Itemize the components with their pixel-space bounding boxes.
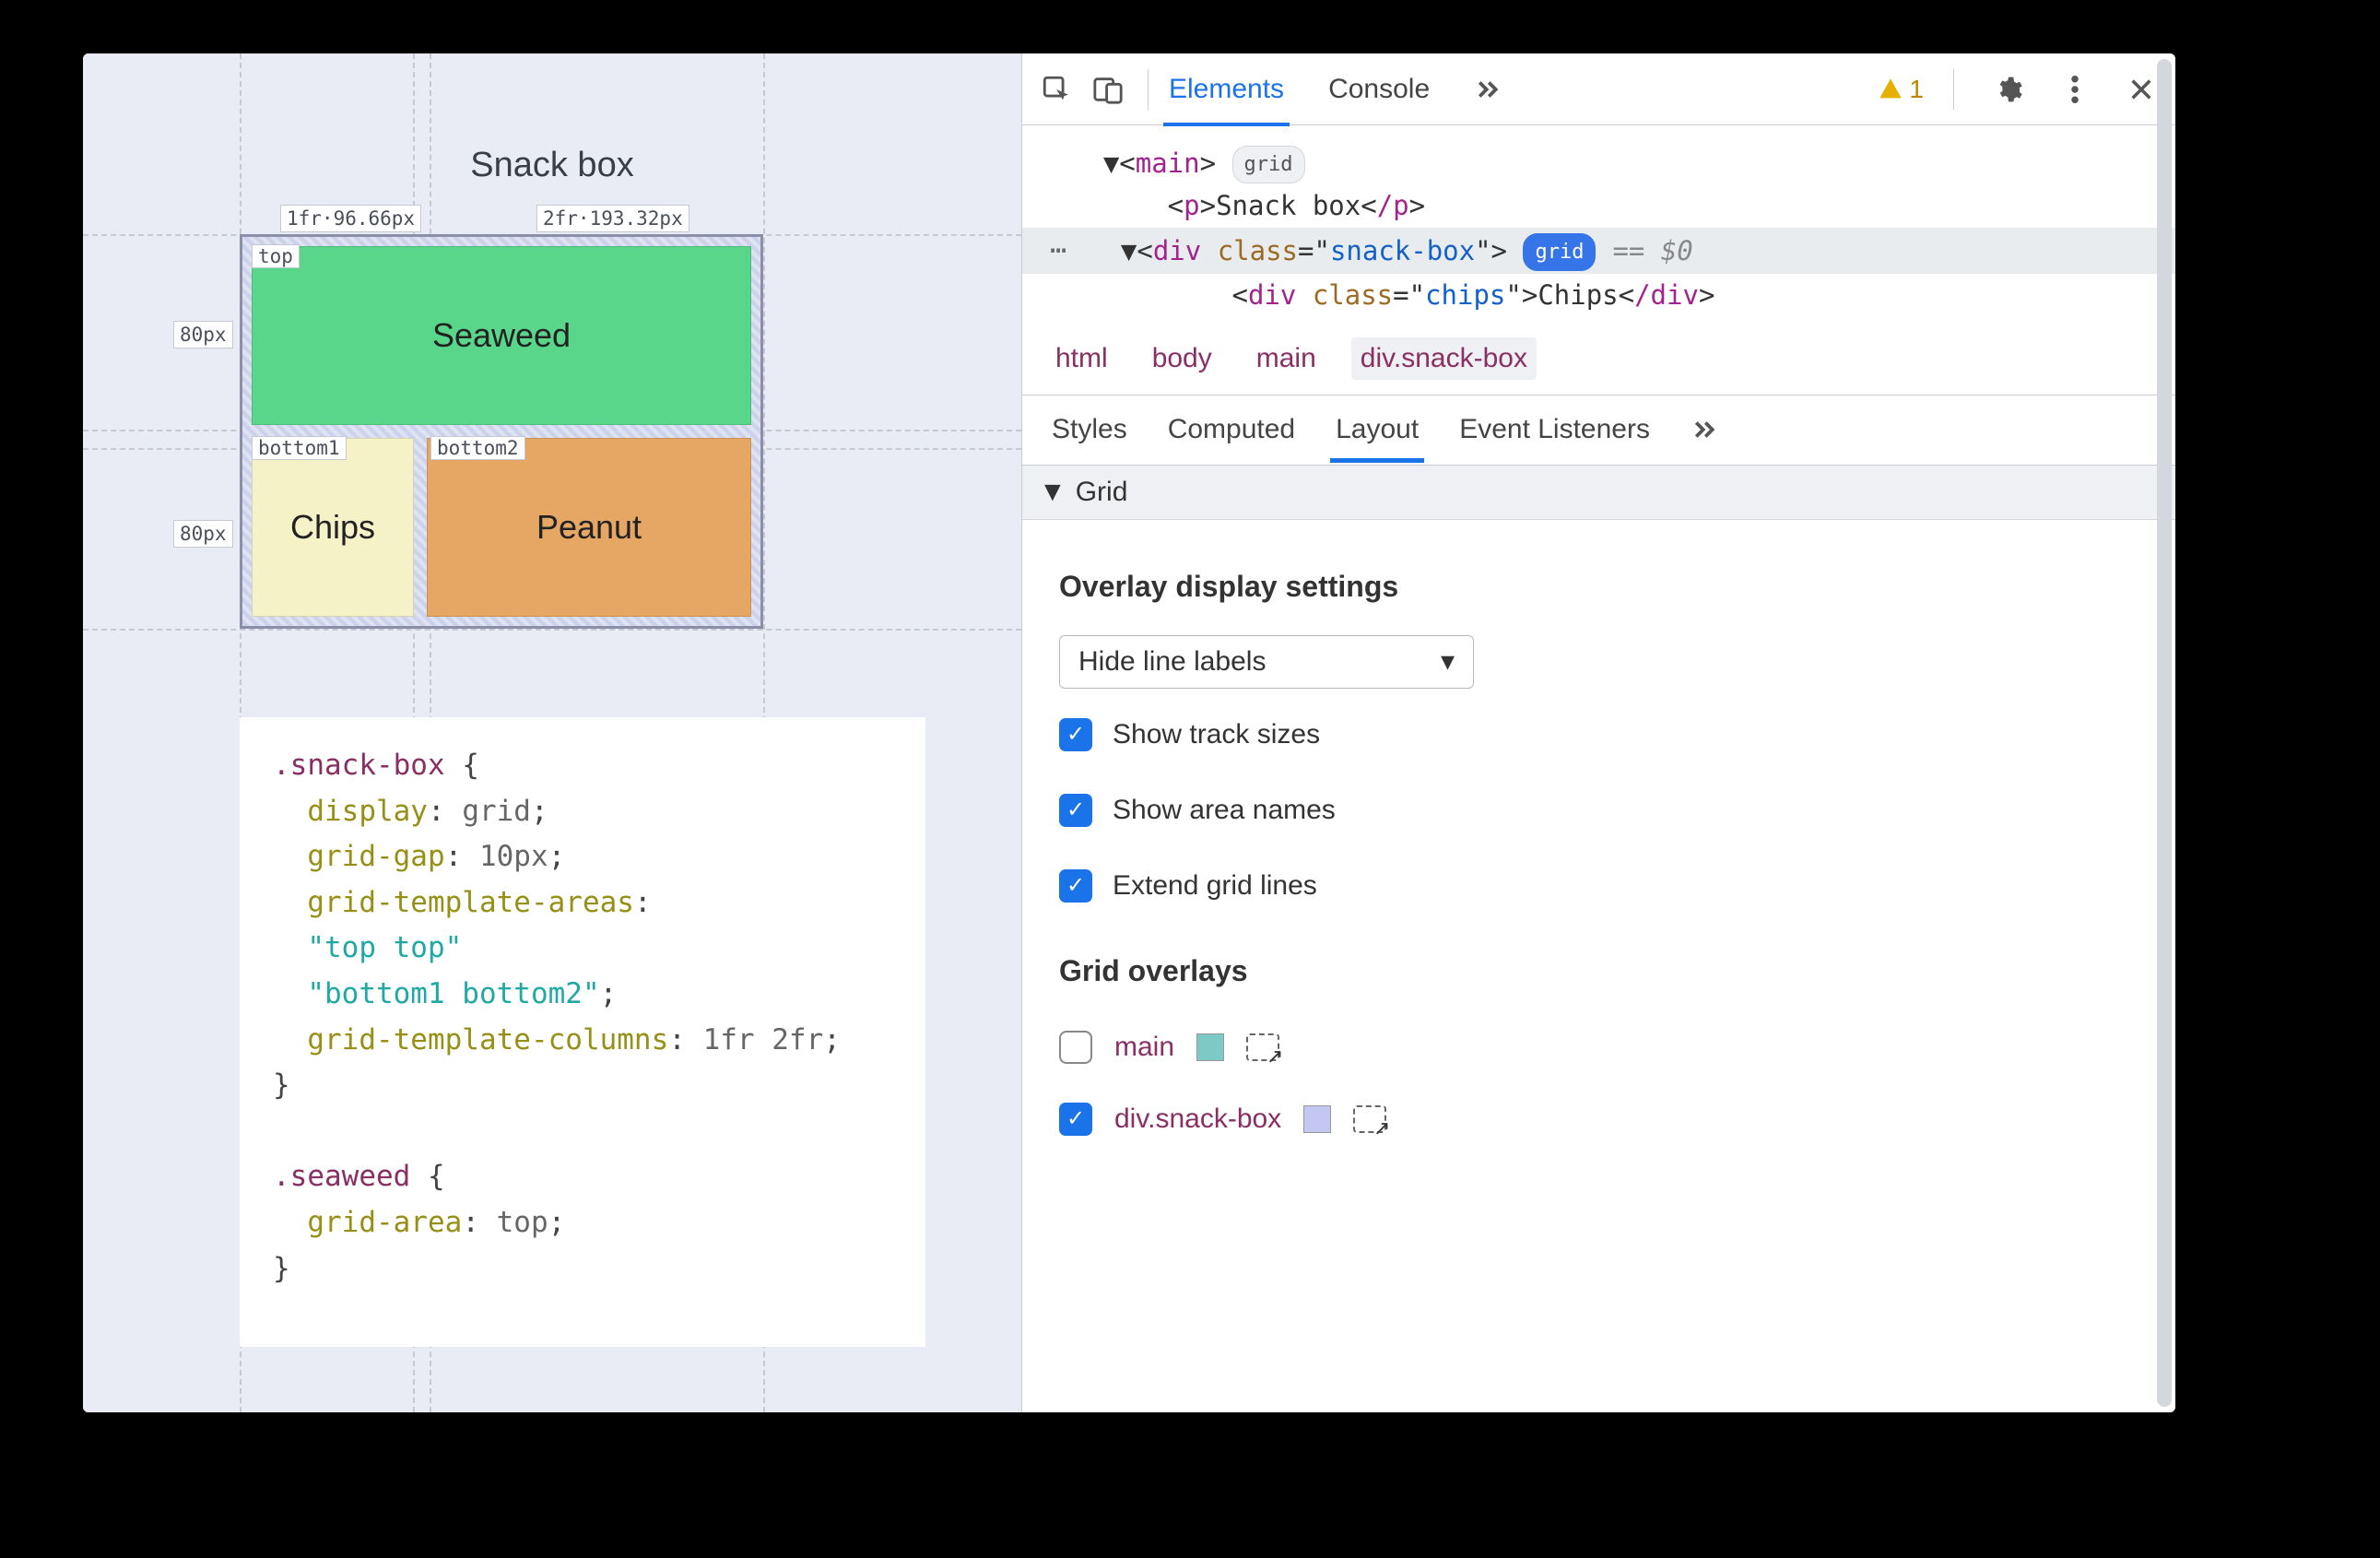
layout-panel: Overlay display settings Hide line label… <box>1022 520 2175 1174</box>
crumb-html[interactable]: html <box>1046 337 1117 380</box>
label-area-names: Show area names <box>1113 795 1336 826</box>
dom-breadcrumbs: html body main div.snack-box <box>1022 323 2175 395</box>
grid-cell-peanut: Peanut <box>427 438 751 617</box>
overlay-label-main[interactable]: main <box>1114 1032 1174 1063</box>
overlay-color-main[interactable] <box>1196 1033 1224 1061</box>
ellipsis-icon[interactable]: ⋯ <box>1039 237 1079 265</box>
overlay-settings-title: Overlay display settings <box>1059 570 2138 604</box>
devtools-window: Snack box 1fr·96.66px 2fr·193.32px 80px … <box>83 53 2175 1412</box>
line-labels-select[interactable]: Hide line labels ▾ <box>1059 635 1474 689</box>
overlay-color-snackbox[interactable] <box>1303 1105 1331 1133</box>
overlay-label-snackbox[interactable]: div.snack-box <box>1114 1104 1281 1135</box>
label-track-sizes: Show track sizes <box>1113 719 1320 750</box>
devtools-toolbar: Elements Console 1 <box>1022 53 2175 125</box>
area-label-bottom2: bottom2 <box>430 436 525 460</box>
tab-elements[interactable]: Elements <box>1163 55 1290 124</box>
source-code-preview: .snack-box { display: grid; grid-gap: 10… <box>240 717 925 1347</box>
grid-cell-seaweed: Seaweed <box>252 246 751 425</box>
grid-section-header[interactable]: ▼ Grid <box>1022 466 2175 520</box>
crumb-body[interactable]: body <box>1143 337 1221 380</box>
checkbox-area-names[interactable]: ✓ <box>1059 794 1092 827</box>
settings-icon[interactable] <box>1984 65 2033 114</box>
crumb-main[interactable]: main <box>1247 337 1325 380</box>
subtab-listeners[interactable]: Event Listeners <box>1457 397 1652 462</box>
grid-cell-chips: Chips <box>252 438 414 617</box>
page-preview-pane: Snack box 1fr·96.66px 2fr·193.32px 80px … <box>83 53 1021 1412</box>
checkbox-extend-lines[interactable]: ✓ <box>1059 869 1092 903</box>
area-label-top: top <box>252 244 300 268</box>
kebab-menu-icon[interactable] <box>2050 65 2100 114</box>
page-title: Snack box <box>83 146 1021 185</box>
dom-tree[interactable]: ▼<main> grid <p>Snack box</p> ⋯ ▼<div cl… <box>1022 125 2175 323</box>
device-toggle-icon[interactable] <box>1083 65 1133 114</box>
crumb-snackbox[interactable]: div.snack-box <box>1351 337 1537 380</box>
checkbox-overlay-main[interactable] <box>1059 1031 1092 1064</box>
subtab-more-chevron[interactable] <box>1689 399 1720 460</box>
track-label-col2: 2fr·193.32px <box>536 205 689 232</box>
scrollbar[interactable] <box>2157 59 2172 1407</box>
devtools-pane: Elements Console 1 <box>1021 53 2175 1412</box>
selected-dom-node[interactable]: ⋯ ▼<div class="snack-box"> grid== $0 <box>1022 228 2175 274</box>
grid-overlay-box: top bottom1 bottom2 Seaweed Chips Peanut <box>240 234 763 629</box>
grid-badge[interactable]: grid <box>1232 146 1305 183</box>
subtab-layout[interactable]: Layout <box>1334 397 1420 462</box>
subtab-styles[interactable]: Styles <box>1050 397 1129 462</box>
styles-subtabs: Styles Computed Layout Event Listeners <box>1022 395 2175 466</box>
subtab-computed[interactable]: Computed <box>1166 397 1297 462</box>
label-extend-lines: Extend grid lines <box>1113 870 1317 902</box>
checkbox-overlay-snackbox[interactable]: ✓ <box>1059 1103 1092 1136</box>
warnings-badge[interactable]: 1 <box>1878 75 1924 104</box>
grid-badge-active[interactable]: grid <box>1523 233 1596 271</box>
track-label-col1: 1fr·96.66px <box>280 205 421 232</box>
inspect-icon[interactable] <box>1031 65 1081 114</box>
highlight-icon[interactable] <box>1246 1033 1279 1061</box>
tab-console[interactable]: Console <box>1323 55 1435 124</box>
tab-more-chevron[interactable] <box>1468 57 1507 122</box>
highlight-icon[interactable] <box>1353 1105 1386 1133</box>
area-label-bottom1: bottom1 <box>252 436 347 460</box>
checkbox-track-sizes[interactable]: ✓ <box>1059 718 1092 751</box>
triangle-down-icon: ▼ <box>1039 477 1066 508</box>
track-label-row2: 80px <box>173 520 233 548</box>
track-label-row1: 80px <box>173 321 233 348</box>
caret-down-icon: ▾ <box>1441 645 1455 678</box>
grid-overlays-title: Grid overlays <box>1059 954 2138 988</box>
